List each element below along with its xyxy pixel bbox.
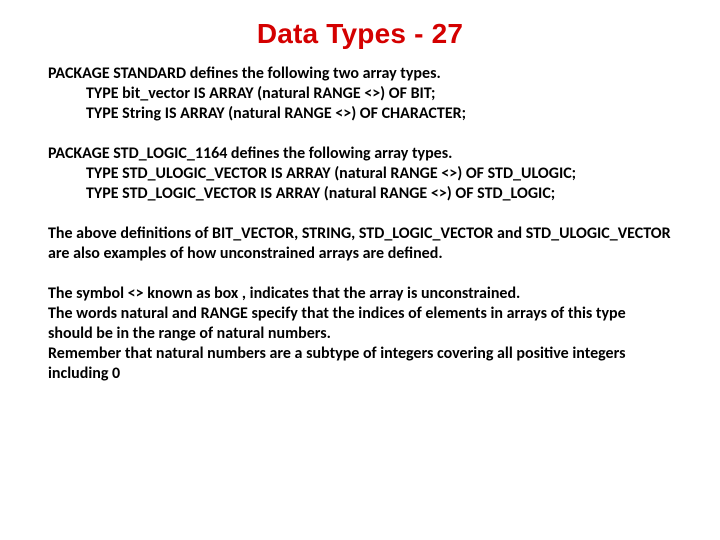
text-line: TYPE String IS ARRAY (natural RANGE <>) …	[48, 104, 672, 124]
text-line: PACKAGE STD_LOGIC_1164 defines the follo…	[48, 144, 452, 163]
paragraph-package-standard: PACKAGE STANDARD defines the following t…	[48, 64, 672, 124]
slide-title: Data Types - 27	[48, 18, 672, 50]
text-line: PACKAGE STANDARD defines the following t…	[48, 64, 441, 83]
text-line: The symbol <> known as box , indicates t…	[48, 284, 520, 303]
paragraph-box-symbol: The symbol <> known as box , indicates t…	[48, 284, 672, 384]
text-line: Remember that natural numbers are a subt…	[48, 344, 625, 383]
text-line: The above definitions of BIT_VECTOR, STR…	[48, 224, 671, 263]
slide: Data Types - 27 PACKAGE STANDARD defines…	[0, 0, 720, 540]
paragraph-std-logic-1164: PACKAGE STD_LOGIC_1164 defines the follo…	[48, 144, 672, 204]
text-line: TYPE STD_LOGIC_VECTOR IS ARRAY (natural …	[48, 184, 672, 204]
paragraph-unconstrained-arrays: The above definitions of BIT_VECTOR, STR…	[48, 224, 672, 264]
text-line: TYPE STD_ULOGIC_VECTOR IS ARRAY (natural…	[48, 164, 672, 184]
text-line: The words natural and RANGE specify that…	[48, 304, 626, 343]
text-line: TYPE bit_vector IS ARRAY (natural RANGE …	[48, 84, 672, 104]
